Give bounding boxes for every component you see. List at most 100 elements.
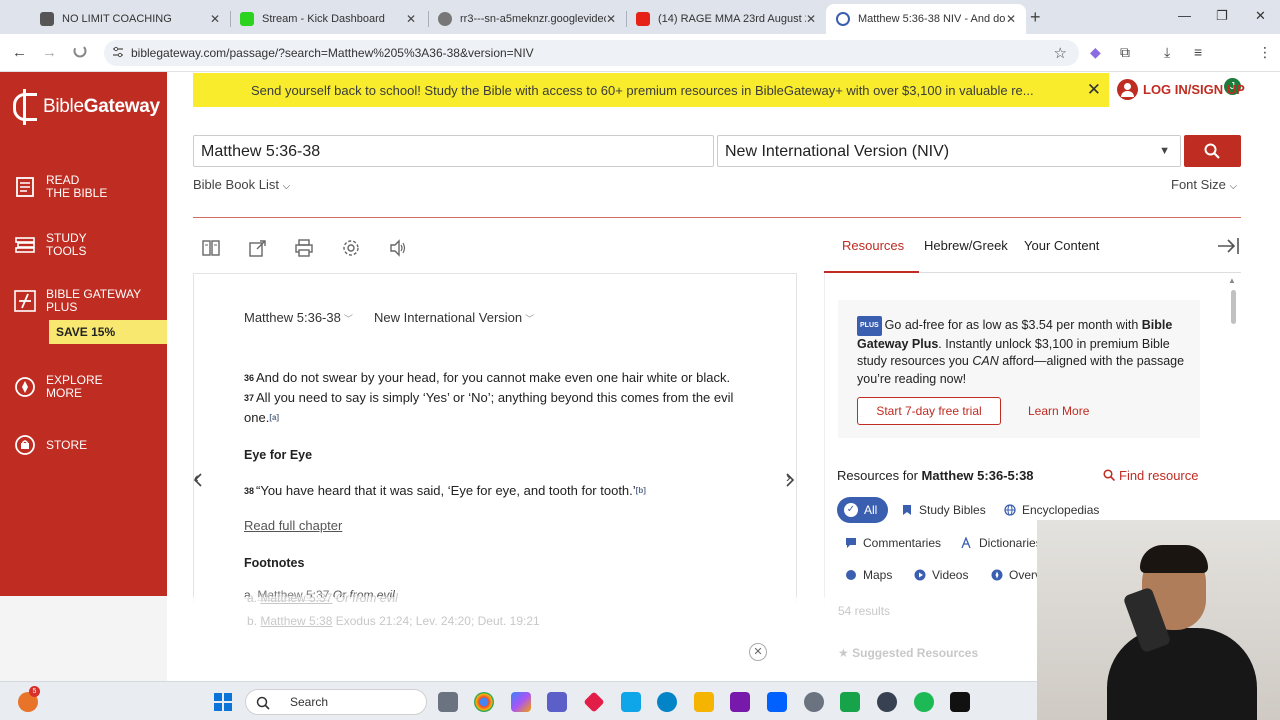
browser-tab[interactable]: Stream - Kick Dashboard ✕	[230, 4, 426, 34]
divider	[193, 217, 1241, 218]
bookmark-star-icon[interactable]: ☆	[1054, 44, 1067, 62]
filter-chip-videos[interactable]: Videos	[914, 568, 968, 582]
download-icon[interactable]: ⤓	[1164, 44, 1170, 61]
new-tab-button[interactable]: +	[1030, 7, 1041, 28]
task-view-icon[interactable]	[438, 692, 458, 712]
close-tab-icon[interactable]: ✕	[406, 12, 416, 26]
copilot-icon[interactable]	[511, 692, 531, 712]
vscode-icon[interactable]	[621, 692, 641, 712]
close-window-button[interactable]: ✕	[1255, 8, 1266, 24]
audio-speaker-icon[interactable]	[389, 239, 407, 257]
sidebar-item-bible-gateway-plus[interactable]: BIBLE GATEWAY PLUS	[14, 288, 141, 314]
footnote-ref-link[interactable]: Matthew 5:37	[260, 591, 332, 605]
extensions-puzzle-icon[interactable]: ⧉	[1120, 44, 1130, 61]
close-tab-icon[interactable]: ✕	[806, 12, 816, 26]
verse-text: All you need to say is simply ‘Yes’ or ‘…	[244, 390, 734, 425]
browser-tab[interactable]: (14) RAGE MMA 23rd August 2 ✕	[626, 4, 826, 34]
maximize-button[interactable]: ❐	[1216, 8, 1228, 24]
site-info-icon[interactable]	[112, 46, 124, 58]
windows-start-icon[interactable]	[213, 692, 233, 712]
sidebar-item-read-bible[interactable]: READ THE BIBLE	[14, 174, 107, 200]
close-ad-icon[interactable]: ✕	[749, 643, 767, 661]
footnote-marker[interactable]: [b]	[636, 486, 646, 495]
filter-chip-commentaries[interactable]: Commentaries	[845, 536, 941, 550]
back-button[interactable]: ←	[12, 44, 27, 61]
logo-text-bible: Bible	[43, 96, 84, 117]
dropbox-icon[interactable]	[767, 692, 787, 712]
print-icon[interactable]	[295, 239, 313, 257]
chip-label: Encyclopedias	[1022, 503, 1100, 517]
resources-scrollbar[interactable]	[1231, 290, 1236, 324]
edge-icon[interactable]	[657, 692, 677, 712]
browser-tab[interactable]: rr3---sn-a5meknzr.googlevideo ✕	[428, 4, 626, 34]
login-signup-link[interactable]: LOG IN/SIGN UP	[1117, 79, 1245, 100]
dictionary-icon	[961, 537, 971, 549]
spreadsheet-icon[interactable]	[840, 692, 860, 712]
close-promo-icon[interactable]: ✕	[1087, 80, 1101, 100]
sidebar-item-label: THE BIBLE	[46, 186, 108, 200]
footnote-ref-link[interactable]: Matthew 5:38	[260, 614, 332, 628]
close-tab-icon[interactable]: ✕	[210, 12, 220, 26]
settings-gear-icon[interactable]	[804, 692, 824, 712]
settings-gear-icon[interactable]	[342, 239, 360, 257]
minimize-button[interactable]: —	[1178, 8, 1191, 23]
browser-tab-active[interactable]: Matthew 5:36-38 NIV - And do ✕	[826, 4, 1026, 34]
browser-menu-icon[interactable]: ⋮	[1258, 44, 1272, 61]
sidebar-item-store[interactable]: STORE	[14, 434, 87, 456]
sidebar-item-explore-more[interactable]: EXPLORE MORE	[14, 374, 103, 400]
font-size-dropdown[interactable]: Font Size ⌵	[1171, 177, 1237, 192]
close-tab-icon[interactable]: ✕	[1006, 12, 1016, 26]
collapse-panel-icon[interactable]	[1216, 237, 1240, 255]
parallel-view-icon[interactable]	[202, 239, 220, 257]
chevron-right-icon[interactable]	[784, 472, 796, 488]
chevron-left-icon[interactable]	[192, 472, 204, 488]
passage-reference: Matthew 5:36-38	[244, 310, 341, 325]
passage-reference-dropdown[interactable]: Matthew 5:36-38 ﹀	[244, 310, 353, 325]
read-full-chapter-link[interactable]: Read full chapter	[244, 518, 342, 533]
passage-version-dropdown[interactable]: New International Version ﹀	[374, 310, 534, 325]
capcut-icon[interactable]	[950, 692, 970, 712]
filter-chip-encyclopedias[interactable]: Encyclopedias	[1004, 503, 1099, 517]
tab-your-content[interactable]: Your Content	[1024, 238, 1099, 253]
app-icon[interactable]	[583, 691, 605, 713]
filter-chip-all[interactable]: ✓ All	[837, 497, 888, 523]
stop-loading-button[interactable]	[73, 44, 87, 62]
passage-search-input[interactable]: Matthew 5:36-38	[193, 135, 714, 167]
footnote-marker[interactable]: [a]	[269, 413, 279, 422]
filter-chip-study-bibles[interactable]: Study Bibles	[901, 503, 986, 517]
close-tab-icon[interactable]: ✕	[606, 12, 616, 26]
address-bar-row: ← → biblegateway.com/passage/?search=Mat…	[0, 34, 1280, 95]
find-resource-link[interactable]: Find resource	[1103, 468, 1198, 483]
learn-more-link[interactable]: Learn More	[1028, 404, 1089, 418]
file-explorer-icon[interactable]	[694, 692, 714, 712]
tab-title: Stream - Kick Dashboard	[262, 13, 385, 25]
version-select[interactable]: New International Version (NIV) ▼	[717, 135, 1181, 167]
filter-chip-maps[interactable]: Maps	[845, 568, 892, 582]
search-button[interactable]	[1184, 135, 1241, 167]
share-icon[interactable]	[249, 239, 267, 257]
url-bar[interactable]: biblegateway.com/passage/?search=Matthew…	[104, 40, 1079, 66]
tab-resources[interactable]: Resources	[842, 238, 904, 253]
taskbar-search-box[interactable]: Search	[245, 689, 427, 715]
search-icon	[256, 696, 270, 710]
filter-chip-dictionaries[interactable]: Dictionaries	[961, 536, 1042, 550]
tab-hebrew-greek[interactable]: Hebrew/Greek	[924, 238, 1008, 253]
sidebar-item-study-tools[interactable]: STUDY TOOLS	[14, 232, 87, 258]
extension-icon[interactable]: ◆	[1090, 44, 1101, 61]
onenote-icon[interactable]	[730, 692, 750, 712]
promo-banner[interactable]: Send yourself back to school! Study the …	[193, 73, 1109, 107]
bible-book-list-dropdown[interactable]: Bible Book List ⌵	[193, 177, 290, 192]
obs-icon[interactable]	[877, 692, 897, 712]
chrome-icon[interactable]	[474, 692, 494, 712]
sidebar-item-label: MORE	[46, 386, 82, 400]
biblegateway-logo[interactable]: BibleGateway	[13, 89, 160, 125]
save-discount-badge[interactable]: SAVE 15%	[49, 320, 167, 344]
browser-tab[interactable]: NO LIMIT COACHING ✕	[30, 4, 230, 34]
scroll-up-icon[interactable]: ▲	[1228, 276, 1236, 285]
spotify-icon[interactable]	[914, 692, 934, 712]
start-free-trial-button[interactable]: Start 7-day free trial	[857, 397, 1001, 425]
media-control-icon[interactable]: ≡	[1194, 44, 1202, 60]
filter-chip-overviews[interactable]: Overv	[991, 568, 1041, 582]
teams-icon[interactable]	[547, 692, 567, 712]
forward-button[interactable]: →	[42, 44, 57, 61]
